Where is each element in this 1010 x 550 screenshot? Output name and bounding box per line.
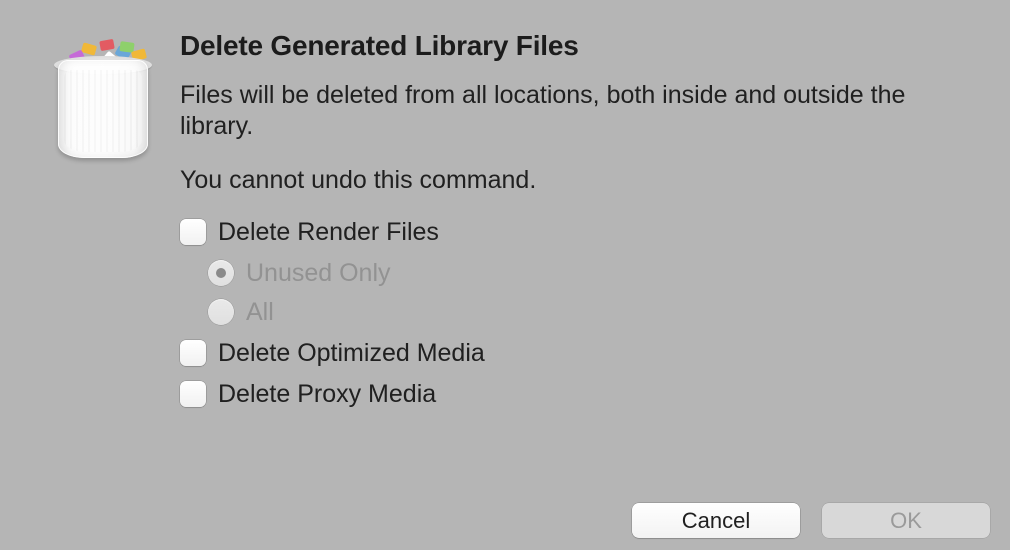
option-delete-proxy-media[interactable]: Delete Proxy Media bbox=[180, 380, 960, 409]
option-delete-optimized-media[interactable]: Delete Optimized Media bbox=[180, 339, 960, 368]
dialog-content: Delete Generated Library Files Files wil… bbox=[180, 30, 980, 421]
radio-label: Unused Only bbox=[246, 259, 391, 288]
trash-icon bbox=[48, 38, 158, 158]
radio-option-unused-only: Unused Only bbox=[208, 259, 960, 288]
cancel-button[interactable]: Cancel bbox=[632, 503, 800, 538]
ok-button: OK bbox=[822, 503, 990, 538]
delete-library-files-dialog: Delete Generated Library Files Files wil… bbox=[0, 0, 1010, 421]
checkbox-delete-proxy-media[interactable] bbox=[180, 381, 206, 407]
option-label: Delete Optimized Media bbox=[218, 339, 485, 368]
option-delete-render-files[interactable]: Delete Render Files bbox=[180, 218, 960, 247]
dialog-button-row: Cancel OK bbox=[632, 503, 990, 538]
checkbox-delete-render-files[interactable] bbox=[180, 219, 206, 245]
dialog-description: Files will be deleted from all locations… bbox=[180, 80, 960, 143]
dialog-icon-column bbox=[30, 30, 180, 421]
option-label: Delete Proxy Media bbox=[218, 380, 436, 409]
radio-option-all: All bbox=[208, 298, 960, 327]
radio-unused-only bbox=[208, 260, 234, 286]
dialog-title: Delete Generated Library Files bbox=[180, 30, 960, 62]
option-label: Delete Render Files bbox=[218, 218, 439, 247]
radio-all bbox=[208, 299, 234, 325]
options-group: Delete Render Files Unused Only All Dele… bbox=[180, 218, 960, 409]
dialog-warning: You cannot undo this command. bbox=[180, 165, 960, 196]
checkbox-delete-optimized-media[interactable] bbox=[180, 340, 206, 366]
radio-label: All bbox=[246, 298, 274, 327]
render-scope-group: Unused Only All bbox=[208, 259, 960, 327]
